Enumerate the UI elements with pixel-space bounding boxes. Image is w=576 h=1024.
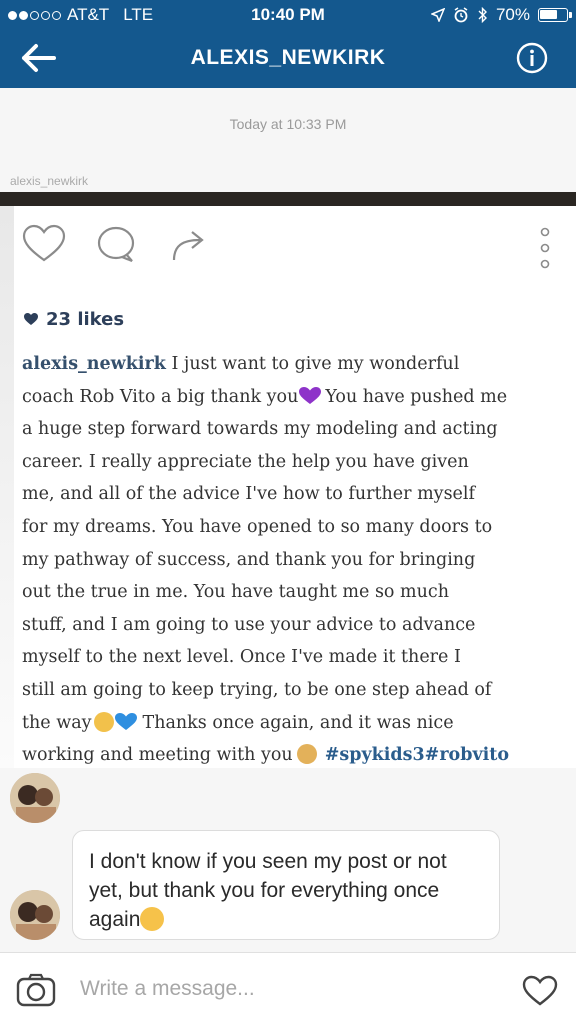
message-timestamp: Today at 10:33 PM — [229, 116, 347, 132]
post-hashtags[interactable]: #spykids3#robvito — [325, 745, 509, 765]
nav-bar: ALEXIS_NEWKIRK — [0, 30, 576, 88]
battery-percent: 70% — [495, 5, 530, 24]
camera-icon[interactable] — [16, 973, 56, 1007]
bluetooth-icon — [478, 7, 487, 23]
top-bar: AT&T LTE 10:40 PM 70% ALEXIS_NEWKIRK — [0, 0, 576, 88]
likes-count: 23 likes — [24, 309, 124, 330]
cookie-emoji — [296, 744, 317, 765]
message-bubble: I don't know if you seen my post or not … — [72, 830, 500, 940]
shared-post-author[interactable]: alexis_newkirk — [10, 174, 88, 188]
like-heart-icon — [22, 224, 66, 262]
purple-heart-emoji — [299, 386, 322, 404]
alarm-icon — [454, 7, 468, 23]
heart-icon[interactable] — [522, 975, 558, 1007]
smiling-face-emoji — [140, 907, 165, 931]
blue-heart-emoji — [114, 712, 137, 730]
caption-username: alexis_newkirk — [22, 354, 166, 374]
avatar[interactable] — [10, 890, 60, 940]
message-input[interactable] — [80, 971, 480, 1007]
post-actions — [22, 224, 552, 272]
profile-photo — [10, 773, 60, 823]
post-caption: alexis_newkirk I just want to give my wo… — [22, 354, 510, 766]
share-arrow-icon — [172, 231, 204, 261]
conversation-title: ALEXIS_NEWKIRK — [190, 46, 386, 69]
comment-icon — [97, 226, 135, 263]
info-icon[interactable] — [516, 42, 548, 74]
battery-icon — [538, 8, 572, 22]
location-icon — [430, 8, 445, 22]
relieved-face-emoji — [93, 711, 114, 732]
avatar[interactable] — [10, 773, 60, 823]
profile-photo — [10, 890, 60, 940]
more-options-icon — [540, 227, 550, 269]
small-heart-icon — [24, 313, 38, 325]
shared-post-image[interactable]: 23 likes alexis_newkirk I just want to g… — [0, 192, 576, 768]
message-composer — [0, 952, 576, 1024]
status-bar: AT&T LTE 10:40 PM 70% — [0, 0, 576, 30]
